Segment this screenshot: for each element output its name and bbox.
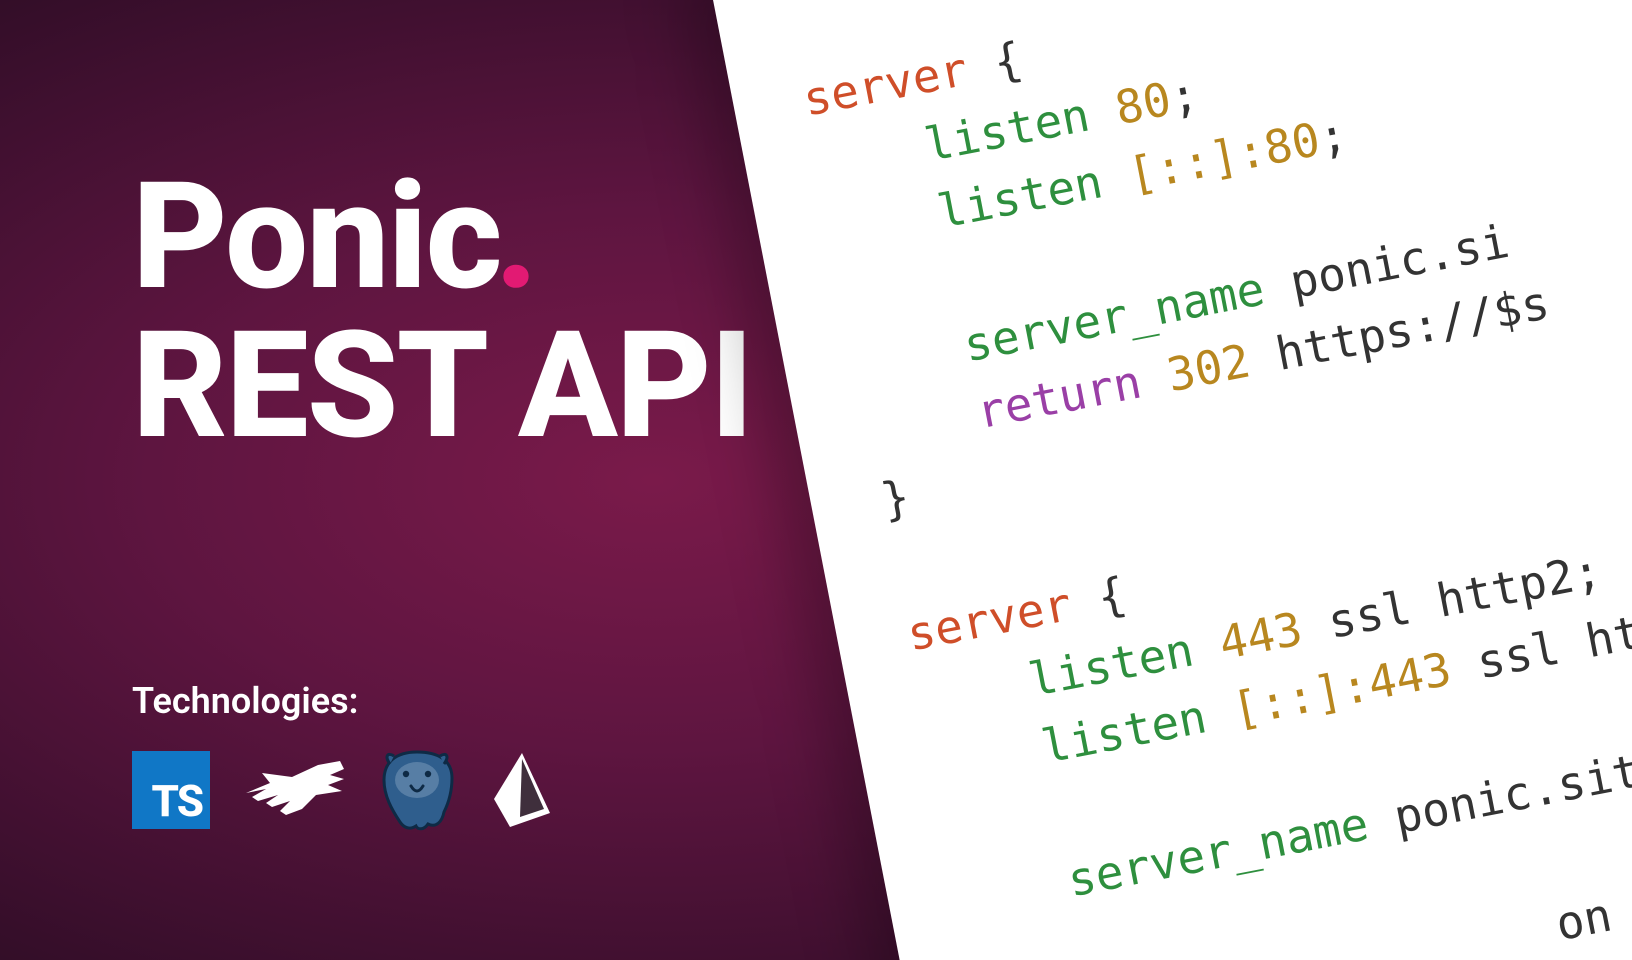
nginx-config-code: server { listen 80; listen [::]:80; serv… — [797, 0, 1632, 960]
code-panel: server { listen 80; listen [::]:80; serv… — [708, 0, 1632, 960]
fastify-icon — [244, 759, 344, 821]
ts-badge-text: TS — [152, 775, 202, 827]
title-line-2: REST API — [132, 314, 752, 459]
technologies-icons: TS — [132, 748, 552, 832]
title-block: Ponic . REST API — [132, 165, 752, 459]
code-token — [968, 937, 1005, 960]
code-token — [838, 269, 875, 327]
title-dot: . — [495, 165, 537, 310]
code-token: } — [877, 469, 914, 527]
code-token: { — [1066, 566, 1131, 630]
typescript-icon: TS — [132, 751, 210, 829]
code-token — [825, 186, 944, 260]
code-token — [864, 387, 983, 461]
technologies-block: Technologies: TS — [132, 680, 552, 832]
code-token: 302 — [1163, 334, 1255, 403]
code-token: 80 — [1111, 72, 1176, 136]
code-token — [890, 536, 927, 594]
code-token — [929, 721, 1048, 795]
technologies-label: Technologies: — [132, 680, 552, 722]
postgresql-icon — [378, 748, 456, 832]
code-token: { — [962, 31, 1027, 95]
title-line-1: Ponic . — [132, 165, 752, 310]
hero-banner: Ponic . REST API Technologies: TS — [0, 0, 1632, 960]
prisma-icon — [490, 751, 552, 829]
code-token — [955, 854, 1074, 928]
code-token: 443 — [1215, 601, 1307, 670]
code-token — [942, 803, 979, 861]
title-word: Ponic — [132, 165, 501, 310]
